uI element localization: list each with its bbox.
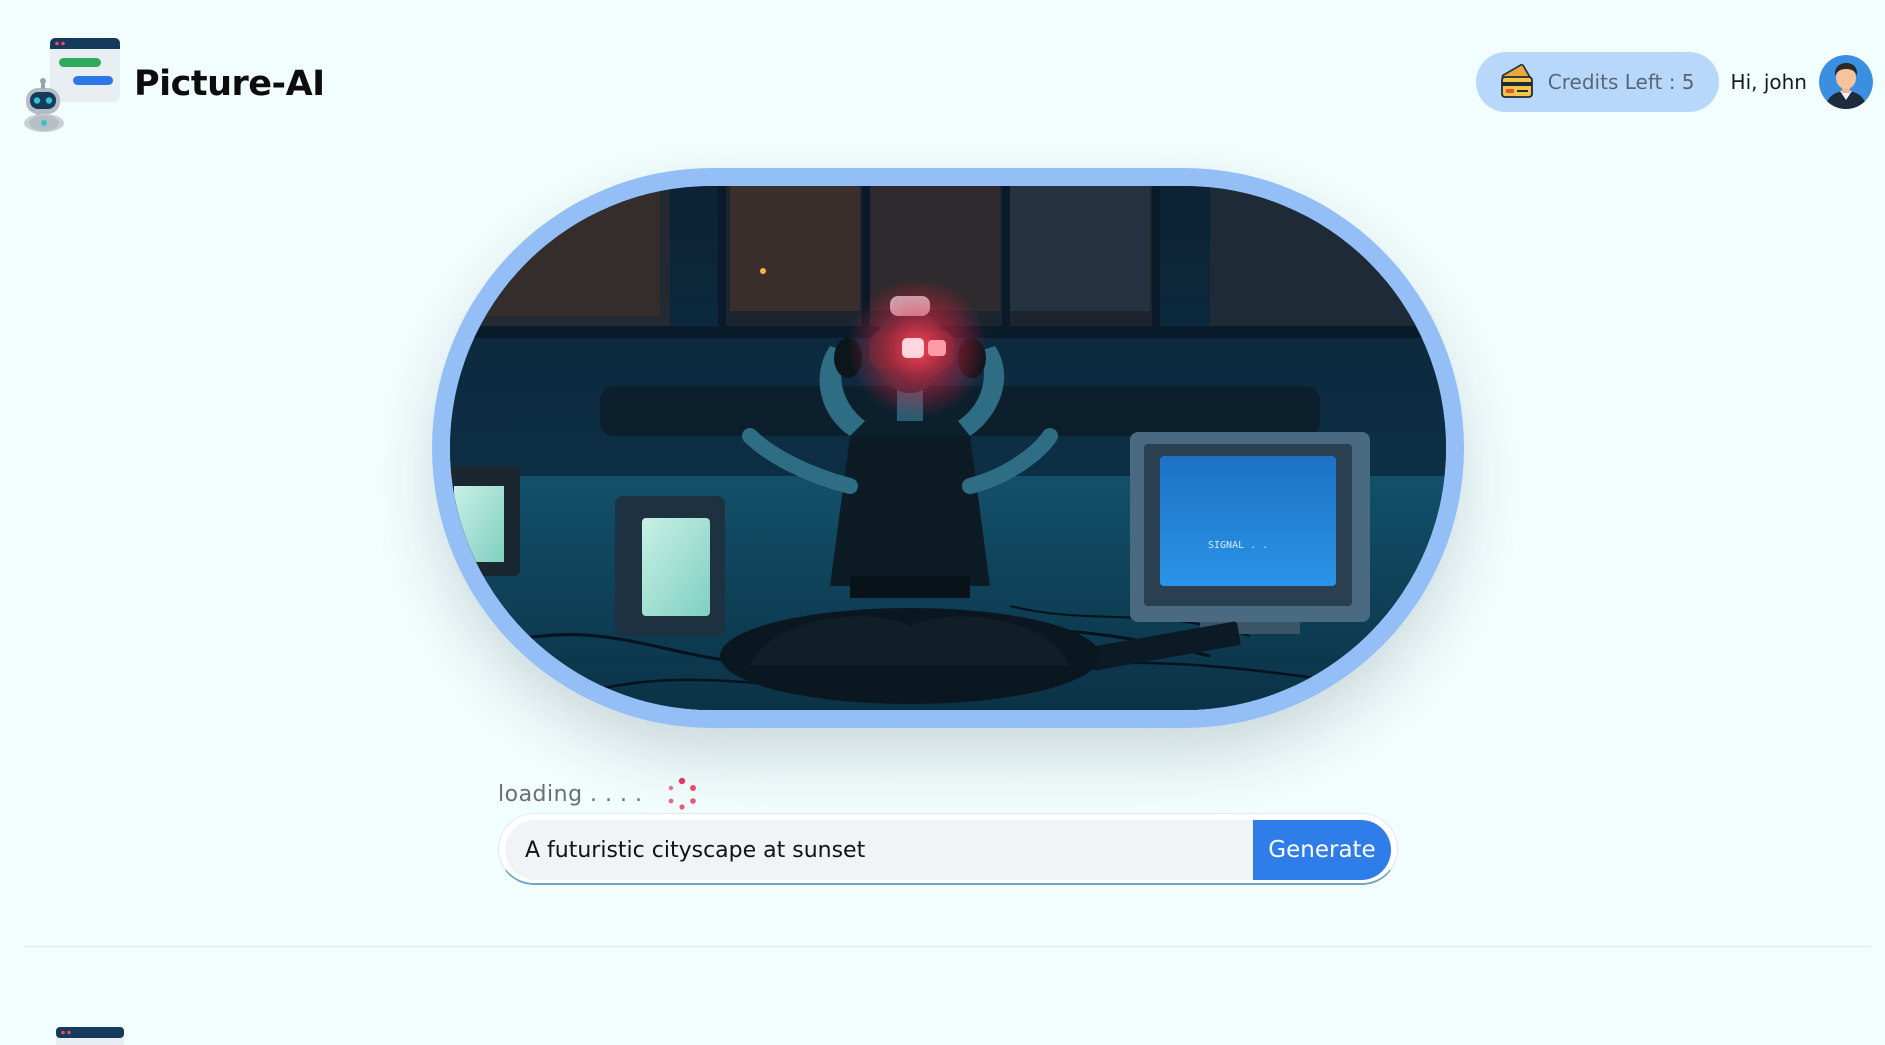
header-user-area: Credits Left : 5 Hi, john: [1475, 52, 1873, 112]
user-greeting: Hi, john: [1730, 70, 1807, 94]
section-divider: [24, 946, 1871, 947]
loading-spinner-icon: [664, 776, 700, 812]
generated-image-frame: SIGNAL . .: [432, 168, 1464, 728]
logo[interactable]: Picture-AI: [24, 36, 325, 132]
top-header: Picture-AI Credits Left : 5 Hi, john: [0, 0, 1885, 170]
credit-card-icon: [1498, 63, 1536, 101]
brand-name: Picture-AI: [134, 64, 325, 104]
generated-image: SIGNAL . .: [450, 186, 1446, 710]
credits-button[interactable]: Credits Left : 5: [1475, 52, 1719, 112]
credits-label: Credits Left : 5: [1547, 70, 1695, 94]
loading-text: loading . . . .: [498, 781, 643, 807]
footer-logo-icon: [56, 1027, 124, 1045]
robot-chat-logo-icon: [24, 36, 120, 132]
loading-status: loading . . . .: [498, 776, 700, 812]
generate-button[interactable]: Generate: [1253, 820, 1391, 880]
prompt-bar: Generate: [498, 813, 1398, 885]
prompt-input[interactable]: [505, 820, 1255, 880]
user-avatar[interactable]: [1819, 55, 1873, 109]
monitor-signal-text: SIGNAL . .: [1208, 540, 1268, 551]
